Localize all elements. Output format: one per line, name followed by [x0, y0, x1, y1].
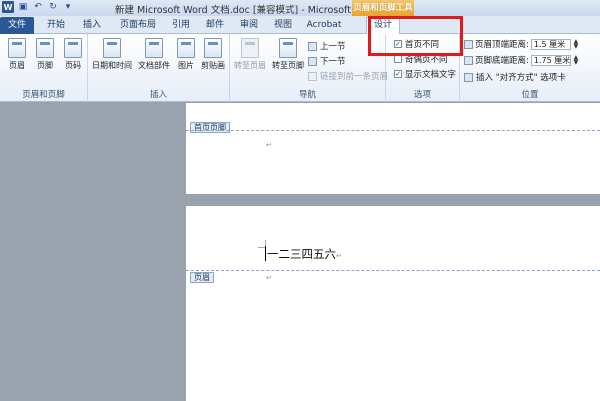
clip-art-button[interactable]: 剪贴画	[200, 38, 226, 71]
footer-icon	[36, 38, 54, 58]
header-footer-tools-label: 页眉和页脚工具	[352, 0, 414, 16]
alignment-tab-icon	[464, 72, 473, 82]
header-button[interactable]: 页眉	[4, 38, 30, 71]
tab-file[interactable]: 文件	[0, 17, 34, 34]
page-2[interactable]: 一二三四五六↵ 页眉 ↵	[186, 206, 600, 401]
page-1: 首页页脚 ↵	[186, 103, 600, 194]
doc-parts-icon	[145, 38, 163, 58]
tab-review[interactable]: 审阅	[234, 18, 264, 34]
spinner-arrows-icon[interactable]: ▲ ▼	[573, 39, 579, 50]
window-title: 新建 Microsoft Word 文档.doc [兼容模式] - Micros…	[115, 5, 379, 16]
group-position: 页眉顶端距离: 1.5 厘米 ▲ ▼ 页脚底端距离: 1.75 厘米 ▲ ▼ 插入 …	[460, 34, 600, 102]
goto-footer-button[interactable]: 转至页脚	[270, 38, 306, 71]
next-section-button[interactable]: 下一节	[308, 55, 346, 67]
paragraph-mark: ↵	[266, 141, 272, 149]
tab-home[interactable]: 开始	[40, 18, 72, 34]
goto-header-button[interactable]: 转至页眉	[232, 38, 268, 71]
header-position-icon	[464, 39, 473, 49]
group-label-navigation: 导航	[298, 90, 316, 100]
link-icon	[308, 71, 317, 81]
footer-boundary-line	[186, 130, 600, 131]
customize-toolbar-icon[interactable]: ▾	[62, 1, 74, 13]
header-from-top-spinner[interactable]: 页眉顶端距离: 1.5 厘米 ▲ ▼	[464, 38, 579, 50]
title-bar: W ▣ ↶ ↻ ▾ 新建 Microsoft Word 文档.doc [兼容模式…	[0, 0, 600, 16]
header-icon	[8, 38, 26, 58]
group-label-header-footer: 页眉和页脚	[22, 90, 65, 100]
text-cursor	[265, 246, 266, 261]
goto-header-icon	[241, 38, 259, 58]
date-time-button[interactable]: 日期和时间	[92, 38, 132, 71]
ribbon-tab-bar: 文件 开始 插入 页面布局 引用 邮件 审阅 视图 Acrobat 设计	[0, 16, 600, 35]
next-icon	[308, 56, 317, 66]
body-text[interactable]: 一二三四五六	[267, 247, 336, 261]
goto-footer-icon	[279, 38, 297, 58]
body-text-line[interactable]: 一二三四五六↵	[265, 246, 342, 262]
link-to-previous-button[interactable]: 链接到前一条页眉	[308, 70, 388, 82]
footer-position-icon	[464, 55, 473, 65]
tab-references[interactable]: 引用	[166, 18, 196, 34]
save-icon[interactable]: ▣	[17, 1, 29, 13]
footer-button[interactable]: 页脚	[32, 38, 58, 71]
group-navigation: 转至页眉 转至页脚 上一节 下一节 链接到前一条页眉 导航	[230, 34, 388, 102]
ribbon: 页眉 页脚 页码 页眉和页脚 日期和时间 文档部件 图片 剪贴画 插入 转至页眉…	[0, 34, 600, 102]
picture-button[interactable]: 图片	[174, 38, 198, 71]
group-label-position: 位置	[521, 90, 539, 100]
footer-from-bottom-field[interactable]: 1.75 厘米	[530, 54, 571, 66]
clip-art-icon	[204, 38, 222, 58]
page-number-button[interactable]: 页码	[60, 38, 86, 71]
quick-access-toolbar: W ▣ ↶ ↻ ▾	[2, 1, 74, 13]
spinner-arrows-icon[interactable]: ▲ ▼	[573, 55, 579, 66]
calendar-icon	[103, 38, 121, 58]
footer-from-bottom-spinner[interactable]: 页脚底端距离: 1.75 厘米 ▲ ▼	[464, 54, 579, 66]
tab-acrobat[interactable]: Acrobat	[302, 18, 346, 34]
group-label-insert: 插入	[149, 90, 167, 100]
first-page-footer-tag: 首页页脚	[190, 122, 230, 133]
tab-view[interactable]: 视图	[268, 18, 298, 34]
previous-icon	[308, 41, 317, 51]
document-area: 首页页脚 ↵ 一二三四五六↵ 页眉 ↵	[0, 103, 600, 401]
redo-icon[interactable]: ↻	[47, 1, 59, 13]
paragraph-mark: ↵	[336, 252, 342, 260]
show-document-text-checkbox[interactable]: ✓ 显示文档文字	[394, 68, 456, 80]
tab-insert[interactable]: 插入	[76, 18, 108, 34]
picture-icon	[177, 38, 195, 58]
group-insert: 日期和时间 文档部件 图片 剪贴画 插入	[88, 34, 230, 102]
page-number-icon	[64, 38, 82, 58]
word-logo-icon[interactable]: W	[2, 1, 14, 13]
undo-icon[interactable]: ↶	[32, 1, 44, 13]
paragraph-mark: ↵	[266, 274, 272, 282]
tab-page-layout[interactable]: 页面布局	[112, 18, 164, 34]
insert-alignment-tab-button[interactable]: 插入 "对齐方式" 选项卡	[464, 71, 566, 83]
doc-parts-button[interactable]: 文档部件	[136, 38, 172, 71]
tab-mailings[interactable]: 邮件	[200, 18, 230, 34]
previous-section-button[interactable]: 上一节	[308, 40, 346, 52]
header-tag: 页眉	[190, 272, 214, 283]
checkbox-box[interactable]: ✓	[394, 70, 402, 78]
group-label-options: 选项	[413, 90, 431, 100]
group-header-footer: 页眉 页脚 页码 页眉和页脚	[0, 34, 88, 102]
header-boundary-line	[186, 270, 600, 271]
checkbox-box[interactable]	[394, 55, 402, 63]
header-from-top-field[interactable]: 1.5 厘米	[530, 38, 571, 50]
highlight-box	[368, 16, 463, 56]
